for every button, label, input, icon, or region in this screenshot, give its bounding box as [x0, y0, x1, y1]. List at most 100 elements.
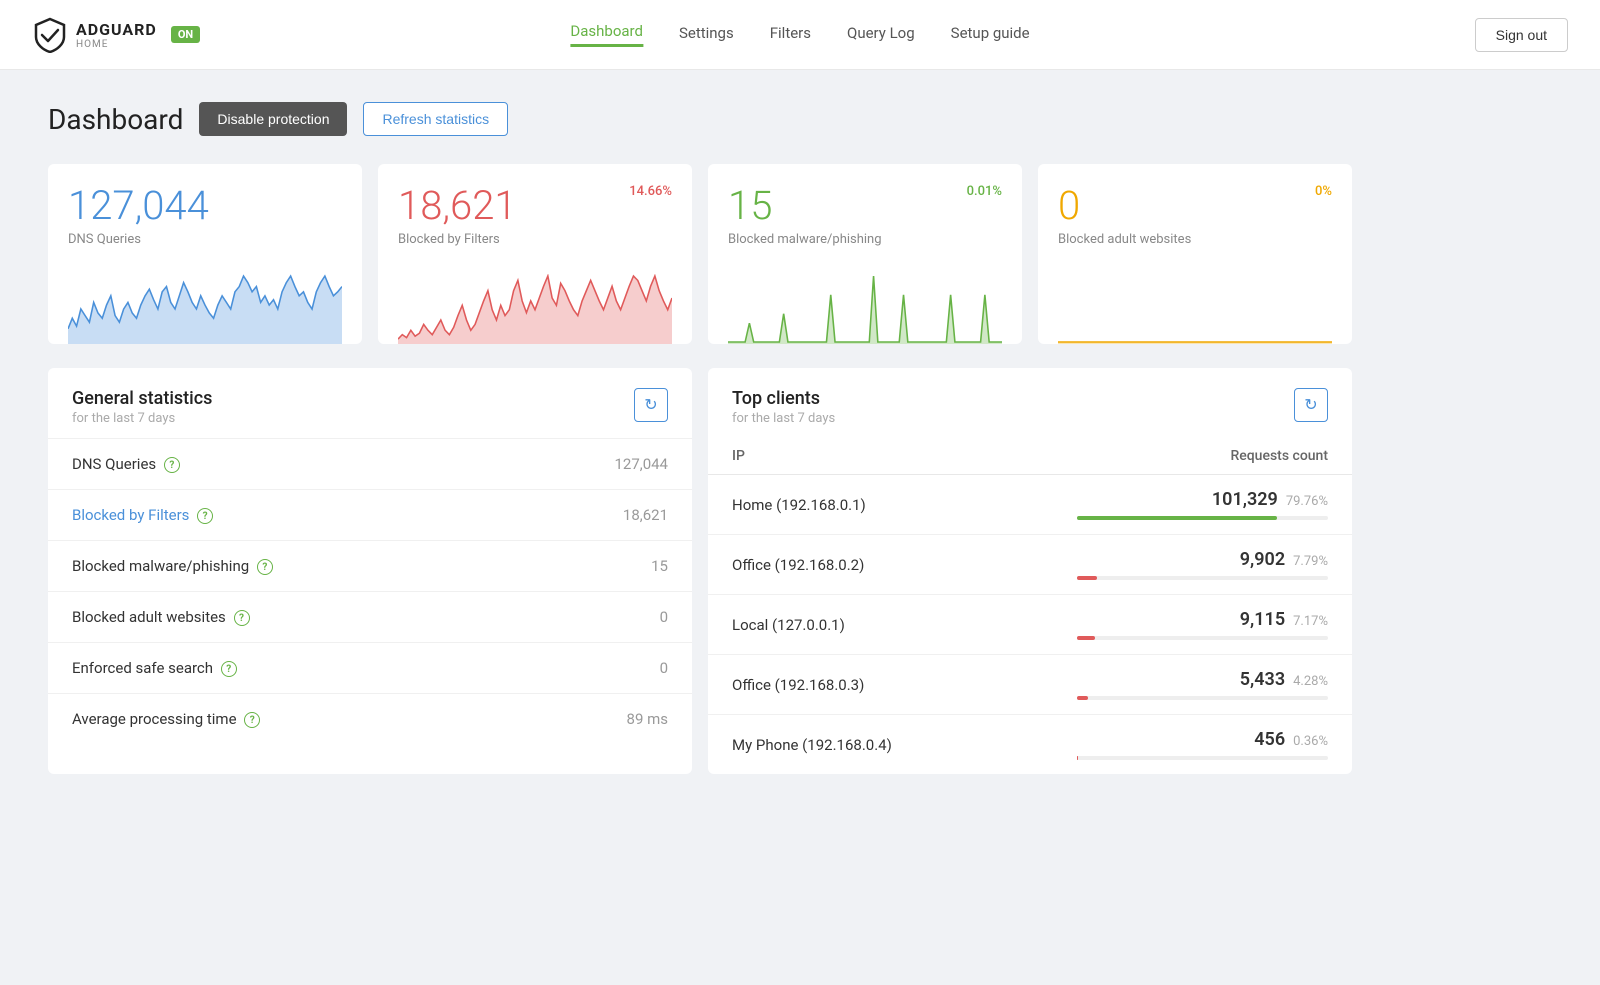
top-clients-title: Top clients [732, 388, 835, 409]
blocked-adult-label: Blocked adult websites [1058, 232, 1332, 247]
help-icon-2[interactable]: ? [257, 559, 273, 575]
stats-row-label-5: Average processing time ? [48, 694, 505, 745]
blocked-adult-number: 0 [1058, 184, 1080, 228]
stats-row-value-5: 89 ms [505, 694, 692, 745]
client-count-2: 9,115 7.17% [1053, 595, 1352, 655]
stats-row-value-4: 0 [505, 643, 692, 694]
stat-card-blocked-header: 18,621 14.66% [398, 184, 672, 228]
stat-card-adult: 0 0% Blocked adult websites [1038, 164, 1352, 344]
disable-protection-button[interactable]: Disable protection [199, 102, 347, 136]
progress-bar-2 [1077, 636, 1095, 640]
refresh-statistics-button[interactable]: Refresh statistics [363, 102, 508, 136]
top-clients-subtitle: for the last 7 days [732, 411, 835, 426]
blocked-malware-label: Blocked malware/phishing [728, 232, 1002, 247]
client-count-val-0: 101,329 [1212, 489, 1278, 510]
logo-area: ADGUARD HOME ON [32, 17, 200, 53]
stats-row-value-0: 127,044 [505, 439, 692, 490]
stats-row-label-0: DNS Queries ? [48, 439, 505, 490]
stats-row-1: Blocked by Filters ?18,621 [48, 490, 692, 541]
stats-row-label-2: Blocked malware/phishing ? [48, 541, 505, 592]
stats-row-2: Blocked malware/phishing ?15 [48, 541, 692, 592]
client-pct-4: 0.36% [1293, 734, 1328, 749]
client-name-1: Office (192.168.0.2) [708, 535, 1053, 595]
help-icon-5[interactable]: ? [244, 712, 260, 728]
progress-bar-3 [1077, 696, 1088, 700]
status-badge: ON [171, 26, 200, 43]
col-ip-header: IP [708, 438, 1053, 475]
help-icon-4[interactable]: ? [221, 661, 237, 677]
blocked-malware-number: 15 [728, 184, 772, 228]
nav-query-log[interactable]: Query Log [847, 24, 915, 46]
blocked-filters-label: Blocked by Filters [398, 232, 672, 247]
dns-queries-chart [68, 259, 342, 344]
top-clients-header: Top clients for the last 7 days ↻ [708, 368, 1352, 430]
progress-bar-wrap-0 [1077, 516, 1328, 520]
client-count-val-2: 9,115 [1240, 609, 1285, 630]
blocked-adult-pct: 0% [1315, 184, 1332, 199]
client-pct-0: 79.76% [1286, 494, 1328, 509]
help-icon-0[interactable]: ? [164, 457, 180, 473]
general-stats-refresh-button[interactable]: ↻ [634, 388, 668, 422]
top-clients-refresh-button[interactable]: ↻ [1294, 388, 1328, 422]
stats-row-label-3: Blocked adult websites ? [48, 592, 505, 643]
nav-setup-guide[interactable]: Setup guide [951, 24, 1030, 46]
general-stats-title-area: General statistics for the last 7 days [72, 388, 212, 426]
stats-row-3: Blocked adult websites ?0 [48, 592, 692, 643]
progress-bar-wrap-1 [1077, 576, 1328, 580]
nav-filters[interactable]: Filters [770, 24, 811, 46]
stat-card-dns: 127,044 DNS Queries [48, 164, 362, 344]
blocked-malware-chart [728, 259, 1002, 344]
logo-text: ADGUARD HOME [76, 20, 157, 50]
help-icon-3[interactable]: ? [234, 610, 250, 626]
top-clients-card: Top clients for the last 7 days ↻ IP Req… [708, 368, 1352, 774]
page-header: Dashboard Disable protection Refresh sta… [48, 102, 1352, 136]
client-name-0: Home (192.168.0.1) [708, 475, 1053, 535]
client-count-val-4: 456 [1254, 729, 1285, 750]
stats-row-label-1[interactable]: Blocked by Filters ? [48, 490, 505, 541]
client-count-4: 456 0.36% [1053, 715, 1352, 775]
logo-name: ADGUARD [76, 20, 157, 39]
stats-row-0: DNS Queries ?127,044 [48, 439, 692, 490]
page-title: Dashboard [48, 103, 183, 136]
client-count-val-3: 5,433 [1240, 669, 1285, 690]
help-icon-1[interactable]: ? [197, 508, 213, 524]
blocked-filters-number: 18,621 [398, 184, 517, 228]
client-count-1: 9,9027.79% [1053, 535, 1352, 595]
general-stats-title: General statistics [72, 388, 212, 409]
stat-card-blocked: 18,621 14.66% Blocked by Filters [378, 164, 692, 344]
client-name-4: My Phone (192.168.0.4) [708, 715, 1053, 775]
nav-dashboard[interactable]: Dashboard [570, 22, 643, 47]
top-clients-table: IP Requests count Home (192.168.0.1)101,… [708, 438, 1352, 774]
navbar: ADGUARD HOME ON Dashboard Settings Filte… [0, 0, 1600, 70]
progress-bar-wrap-4 [1077, 756, 1328, 760]
general-stats-table: DNS Queries ?127,044Blocked by Filters ?… [48, 438, 692, 744]
sign-out-button[interactable]: Sign out [1475, 18, 1568, 52]
clients-table-header-row: IP Requests count [708, 438, 1352, 475]
client-count-val-1: 9,902 [1240, 549, 1285, 570]
stat-card-malware-header: 15 0.01% [728, 184, 1002, 228]
nav-settings[interactable]: Settings [679, 24, 734, 46]
stats-row-value-2: 15 [505, 541, 692, 592]
client-name-2: Local (127.0.0.1) [708, 595, 1053, 655]
progress-bar-wrap-3 [1077, 696, 1328, 700]
progress-bar-0 [1077, 516, 1277, 520]
general-stats-subtitle: for the last 7 days [72, 411, 212, 426]
blocked-filters-chart [398, 259, 672, 344]
stats-row-label-4: Enforced safe search ? [48, 643, 505, 694]
dns-queries-number: 127,044 [68, 184, 209, 228]
nav-links: Dashboard Settings Filters Query Log Set… [570, 22, 1029, 47]
adguard-logo-icon [32, 17, 68, 53]
stats-row-value-1: 18,621 [505, 490, 692, 541]
client-row-2: Local (127.0.0.1) 9,115 7.17% [708, 595, 1352, 655]
client-pct-2: 7.17% [1293, 614, 1328, 629]
blocked-filters-pct: 14.66% [629, 184, 672, 199]
client-row-4: My Phone (192.168.0.4) 456 0.36% [708, 715, 1352, 775]
client-count-0: 101,329 79.76% [1053, 475, 1352, 535]
bottom-row: General statistics for the last 7 days ↻… [48, 368, 1352, 774]
logo-sub: HOME [76, 39, 157, 50]
blocked-sparkline [398, 274, 672, 344]
general-stats-card: General statistics for the last 7 days ↻… [48, 368, 692, 774]
blocked-malware-pct: 0.01% [967, 184, 1002, 199]
progress-bar-1 [1077, 576, 1097, 580]
progress-bar-4 [1077, 756, 1078, 760]
